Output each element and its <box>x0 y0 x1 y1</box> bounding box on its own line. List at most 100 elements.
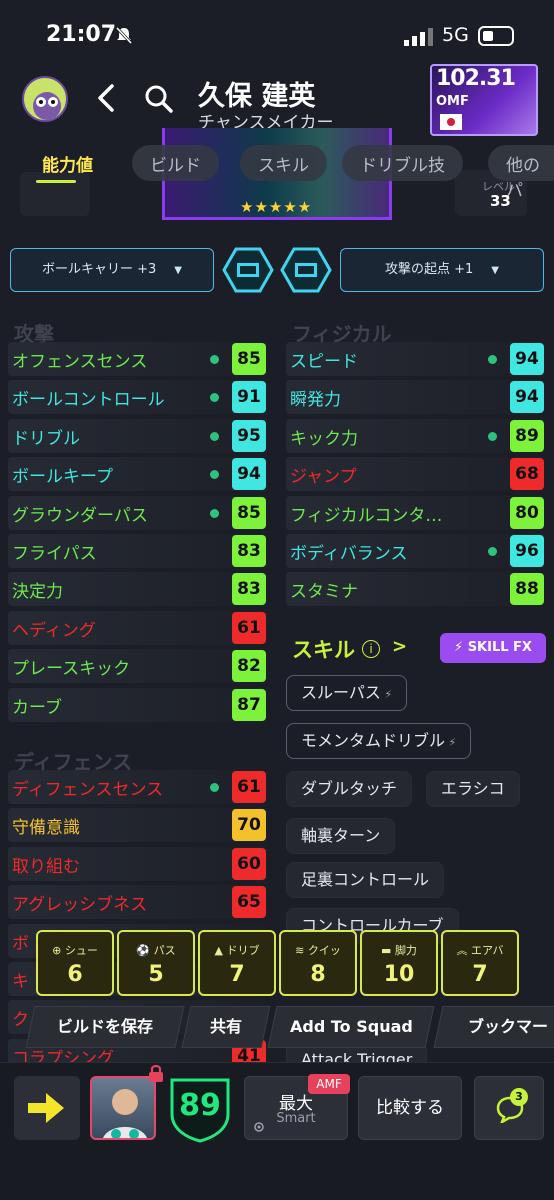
stat-value: 65 <box>232 886 266 919</box>
boost-dot-icon <box>210 508 219 518</box>
stat-row[interactable]: ディフェンスセンス 61 <box>8 770 268 804</box>
tab-skills[interactable]: スキル <box>240 145 327 181</box>
stat-row[interactable]: 取り組む 60 <box>8 846 268 881</box>
skill-chip[interactable]: ダブルタッチ <box>286 771 413 807</box>
stat-label: スピード <box>290 352 358 372</box>
stat-row[interactable]: ドリブル 95 <box>8 418 268 453</box>
booster-hex-icon[interactable] <box>222 246 274 294</box>
boost-dot-icon <box>210 431 219 441</box>
tab-build[interactable]: ビルド <box>132 145 219 181</box>
save-build-button[interactable]: ビルドを保存 <box>25 1006 185 1048</box>
build-stat[interactable]: ⚽ パス 5 <box>117 930 195 996</box>
stat-value: 68 <box>510 458 544 491</box>
chat-button[interactable] <box>474 1076 544 1140</box>
compare-button[interactable]: 比較する <box>358 1076 462 1140</box>
stat-value: 95 <box>232 419 266 452</box>
signal-icon <box>404 28 433 46</box>
skill-name: スルーパス <box>301 683 381 702</box>
stat-row[interactable]: プレースキック 82 <box>8 649 268 684</box>
stat-value: 96 <box>510 535 544 567</box>
stat-value: 94 <box>510 343 544 375</box>
player-card-thumbnail[interactable]: 102.31 OMF <box>430 64 538 136</box>
stat-value: 83 <box>232 573 266 606</box>
bookmark-button[interactable]: ブックマー <box>433 1006 554 1048</box>
tab-bar: 能力値 ビルド スキル ドリブル技 他のパ <box>0 145 554 201</box>
stat-row[interactable]: アグレッシブネス 65 <box>8 885 268 920</box>
skill-chip[interactable]: 足裏コントロール <box>286 862 445 898</box>
stat-row[interactable]: ボールキープ 94 <box>8 457 268 492</box>
skill-chip[interactable]: モメンタムドリブル ⚡ <box>286 723 472 759</box>
stat-row[interactable]: オフェンスセンス 85 <box>8 342 268 376</box>
add-to-squad-button[interactable]: Add To Squad <box>267 1006 435 1048</box>
skill-chip[interactable]: エラシコ <box>426 771 520 807</box>
skill-fx-button[interactable]: ⚡ SKILL FX <box>440 633 546 663</box>
add-to-squad-label: Add To Squad <box>289 1017 413 1036</box>
stat-value: 60 <box>232 847 266 880</box>
search-icon[interactable] <box>144 84 174 114</box>
stat-label: 瞬発力 <box>290 390 341 411</box>
next-button[interactable] <box>14 1076 80 1140</box>
stat-value: 85 <box>232 496 266 529</box>
skill-chip[interactable]: 軸裏ターン <box>286 818 396 854</box>
tab-other[interactable]: 他のパ <box>488 145 554 201</box>
stat-row[interactable]: カーブ 87 <box>8 687 268 722</box>
stat-value: 85 <box>232 343 266 375</box>
stat-label: フィジカルコンタ… <box>290 505 443 526</box>
stat-row[interactable]: ヘディング 61 <box>8 610 268 645</box>
stat-row[interactable]: スタミナ 88 <box>286 572 546 607</box>
overall-rating: 89 <box>179 1088 221 1123</box>
build-stat[interactable]: ▬ 脚力 10 <box>360 930 438 996</box>
info-icon[interactable]: i <box>362 640 380 658</box>
chevron-right-icon[interactable]: > <box>392 636 407 657</box>
manager-portrait[interactable] <box>90 1076 156 1140</box>
chevrons-up-icon: ︽ <box>456 944 471 957</box>
tab-stats[interactable]: 能力値 <box>24 145 111 181</box>
stat-row[interactable]: フィジカルコンタ… 80 <box>286 495 546 530</box>
lightning-icon: ⚡ <box>380 688 393 701</box>
stat-row[interactable]: ボディバランス 96 <box>286 534 546 568</box>
stat-label: グラウンダーパス <box>12 505 148 526</box>
stat-label: スタミナ <box>290 582 358 603</box>
stat-value: 70 <box>232 809 266 842</box>
stat-row[interactable]: ジャンプ 68 <box>286 457 546 492</box>
stat-label: ク <box>12 1010 29 1031</box>
gear-icon <box>254 1122 264 1132</box>
stat-row[interactable]: スピード 94 <box>286 342 546 376</box>
share-button[interactable]: 共有 <box>181 1006 271 1048</box>
person-icon <box>103 1089 147 1138</box>
bookmark-label: ブックマー <box>467 1017 548 1036</box>
stat-row[interactable]: 守備意識 70 <box>8 808 268 843</box>
stat-label: ボディバランス <box>290 544 408 564</box>
stat-row[interactable]: フライパス 83 <box>8 534 268 568</box>
skill-boost-dropdown-left[interactable]: ボールキャリー +3 ▼ <box>10 248 214 292</box>
tab-dribble-moves[interactable]: ドリブル技 <box>342 145 463 181</box>
skill-fx-label: SKILL FX <box>467 640 532 655</box>
stat-value: 83 <box>232 535 266 567</box>
build-stat[interactable]: ⊕ シュー 6 <box>36 930 114 996</box>
build-stat[interactable]: ︽ エアバ 7 <box>441 930 519 996</box>
build-stat[interactable]: ≋ クイッ 8 <box>279 930 357 996</box>
stat-row[interactable]: グラウンダーパス 85 <box>8 495 268 530</box>
bell-muted-icon <box>115 26 133 45</box>
build-stat[interactable]: ▲ ドリブ 7 <box>198 930 276 996</box>
stat-value: 91 <box>232 381 266 414</box>
boost-dot-icon <box>210 355 219 364</box>
skill-chip[interactable]: スルーパス ⚡ <box>286 675 408 711</box>
stat-row[interactable]: 決定力 83 <box>8 572 268 607</box>
booster-hex-icon[interactable] <box>280 246 332 294</box>
build-stat-label: ≋ クイッ <box>281 942 355 958</box>
star-rating: ★★★★★ <box>240 198 313 216</box>
skills-title: スキル <box>292 638 355 662</box>
skill-boost-dropdown-right[interactable]: 攻撃の起点 +1 ▼ <box>340 248 544 292</box>
stat-row[interactable]: ボールコントロール 91 <box>8 380 268 415</box>
build-stat-label: ⚽ パス <box>119 942 193 958</box>
japan-flag-icon <box>440 114 462 130</box>
stat-row[interactable]: キック力 89 <box>286 418 546 453</box>
user-avatar[interactable] <box>22 76 68 122</box>
back-chevron-icon[interactable] <box>92 82 118 114</box>
battery-icon <box>478 26 514 46</box>
skill-name: 軸裏ターン <box>301 826 381 845</box>
stat-row[interactable]: 瞬発力 94 <box>286 380 546 415</box>
ball-icon: ⚽ <box>136 944 154 957</box>
share-label: 共有 <box>209 1017 242 1036</box>
